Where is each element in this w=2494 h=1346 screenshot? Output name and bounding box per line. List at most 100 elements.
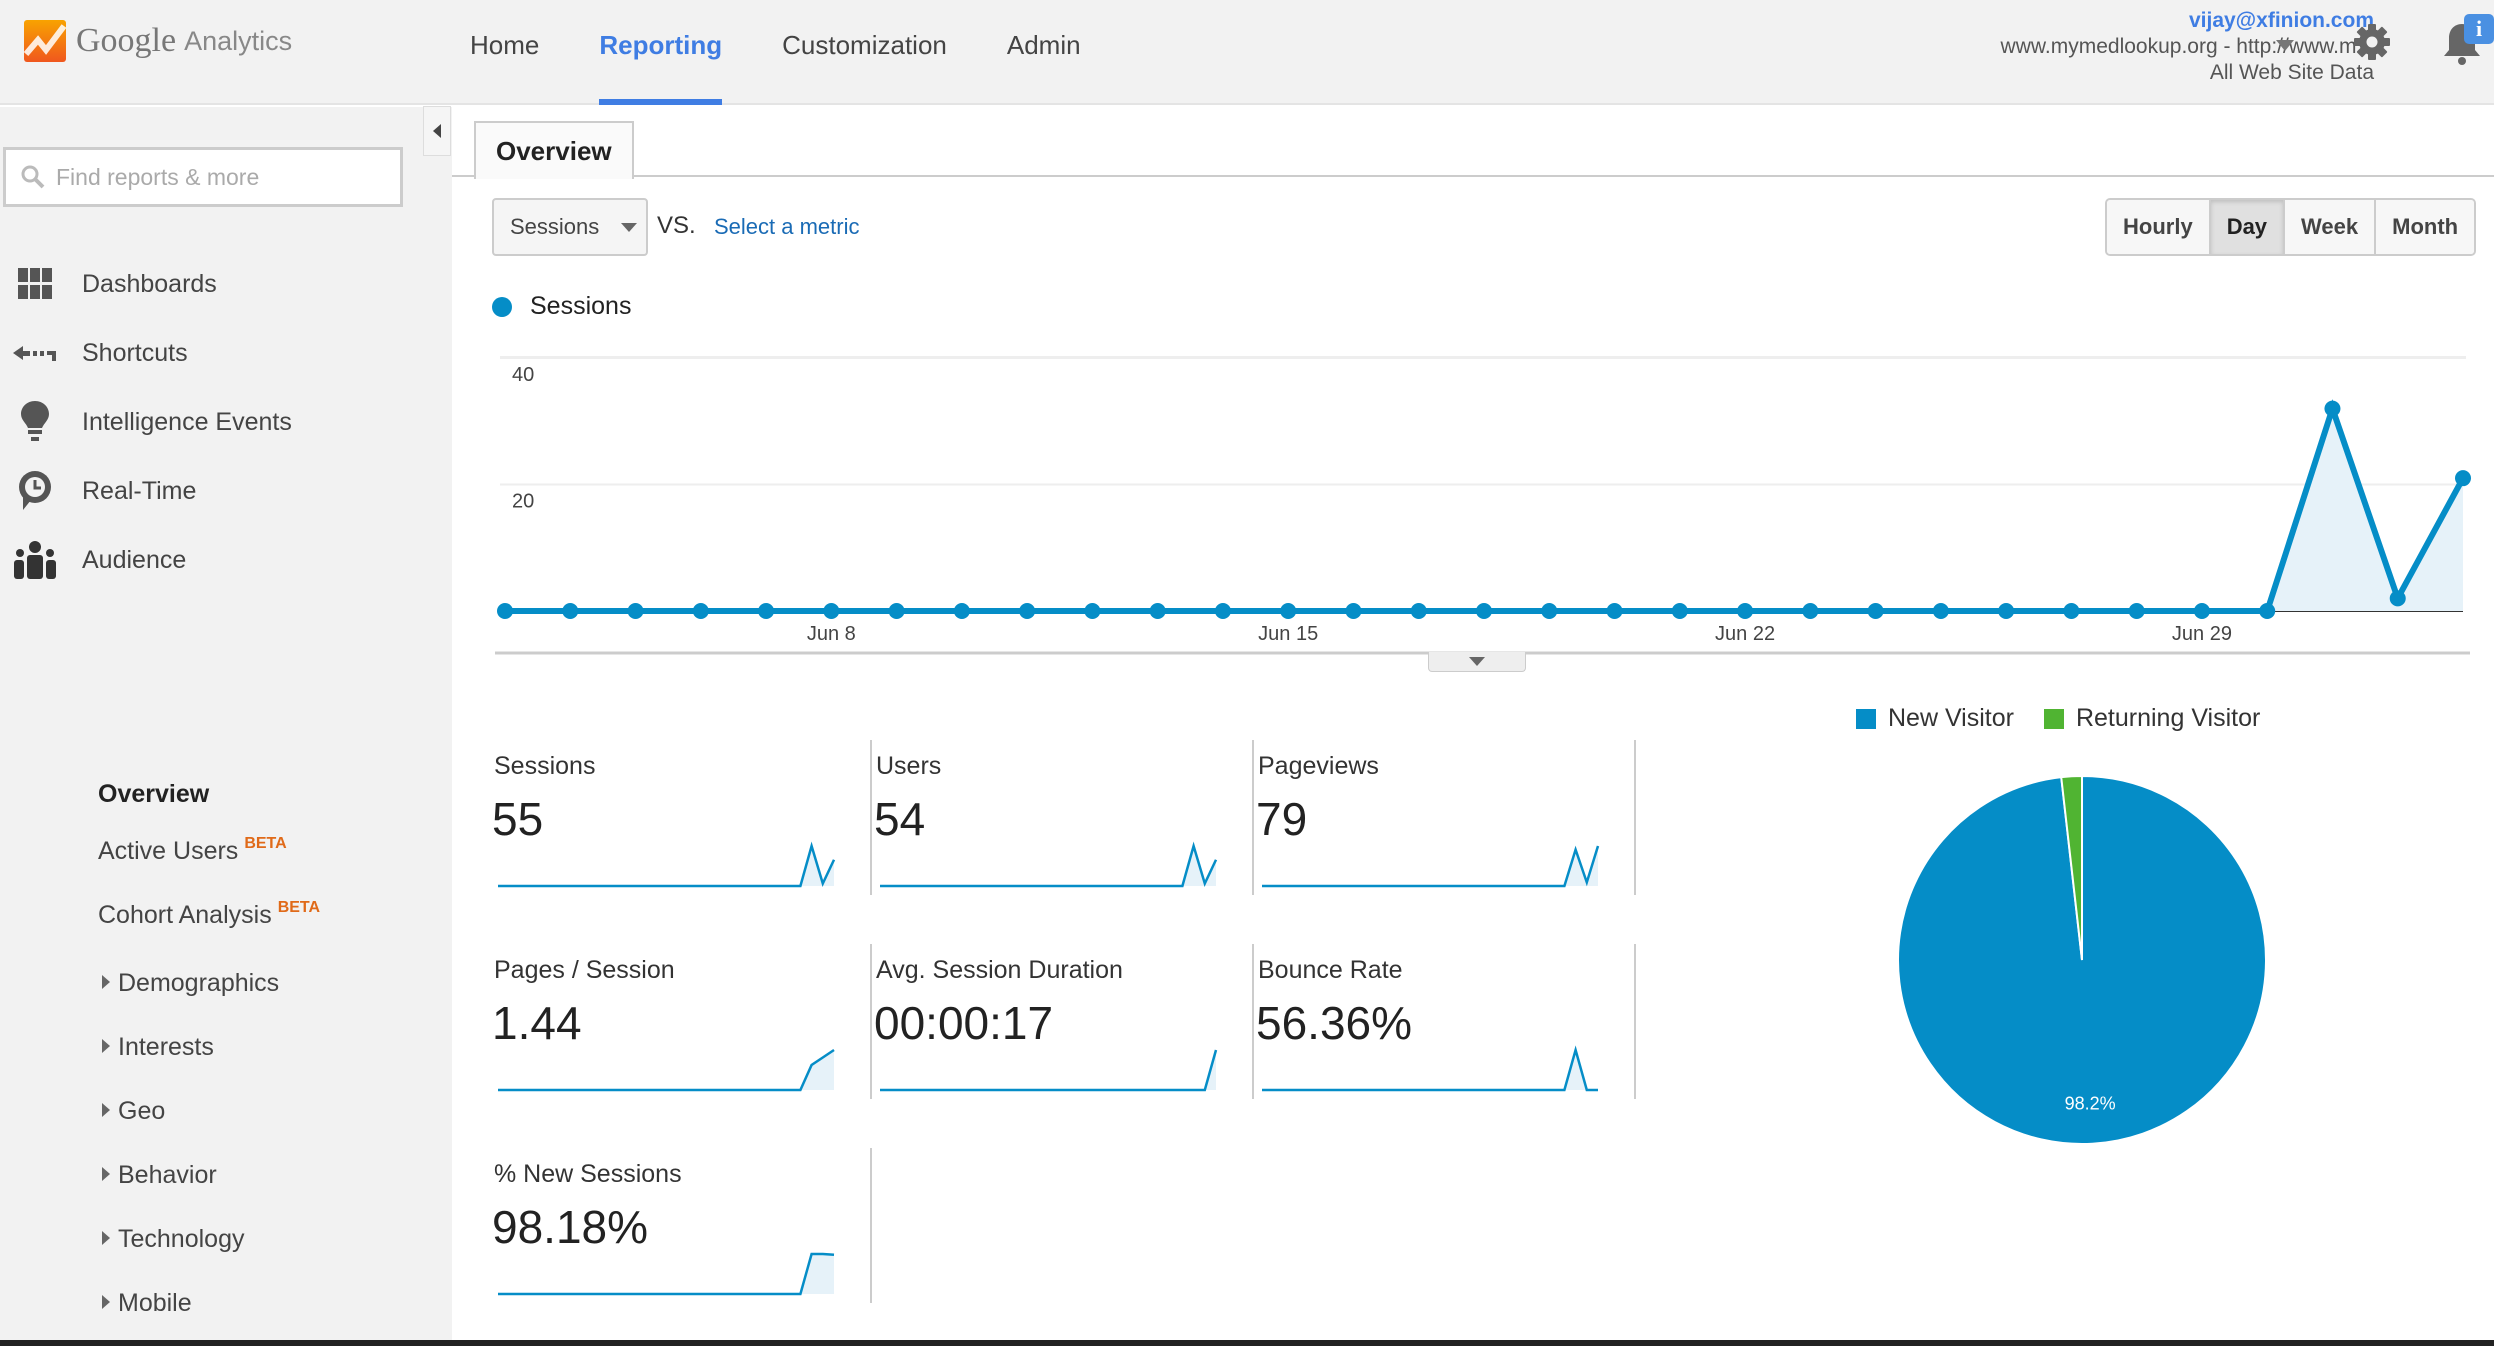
metric-tile[interactable]: Bounce Rate 56.36% (1256, 944, 1636, 1099)
data-point[interactable] (627, 603, 644, 619)
metric-tile[interactable]: Users 54 (874, 740, 1254, 895)
data-point[interactable] (1345, 603, 1362, 619)
data-point[interactable] (1802, 603, 1819, 619)
data-point[interactable] (953, 603, 970, 619)
data-point[interactable] (1998, 603, 2015, 619)
data-point[interactable] (1476, 603, 1492, 619)
data-point[interactable] (2193, 603, 2210, 619)
data-point[interactable] (1737, 603, 1754, 619)
audience-active-users-link[interactable]: Active Users BETA (98, 831, 287, 871)
select-metric-link[interactable]: Select a metric (714, 214, 860, 240)
data-point[interactable] (1606, 603, 1623, 619)
data-point[interactable] (497, 603, 513, 619)
nav-home[interactable]: Home (440, 0, 569, 105)
chevron-left-icon (433, 124, 441, 138)
data-point[interactable] (1410, 603, 1427, 619)
metric-tile[interactable]: % New Sessions 98.18% (492, 1148, 872, 1303)
audience-behavior-link[interactable]: Behavior (102, 1155, 217, 1195)
nav-customization[interactable]: Customization (752, 0, 977, 105)
metric-sparkline (498, 841, 836, 888)
granularity-month-button[interactable]: Month (2376, 200, 2475, 254)
dashboard-grid-icon (10, 268, 60, 300)
data-point[interactable] (2324, 400, 2341, 417)
data-point[interactable] (2389, 590, 2406, 607)
metric-value: 1.44 (492, 997, 582, 1049)
sessions-line-chart[interactable]: 20 40 Jun 8 Jun 15 Jun 22 Jun 29 (490, 335, 2494, 675)
data-point[interactable] (1867, 603, 1884, 619)
metric-value: 98.18% (492, 1201, 649, 1253)
metric-select[interactable]: Sessions (492, 198, 648, 256)
data-point[interactable] (1149, 603, 1166, 619)
data-point[interactable] (1932, 603, 1949, 619)
account-property: www.mymedlookup.org - http://www.m... (2000, 35, 2374, 58)
data-point[interactable] (1541, 603, 1558, 619)
data-point[interactable] (1084, 603, 1101, 619)
sub-item-label: Active Users (98, 837, 239, 865)
chevron-down-icon (1469, 657, 1485, 666)
audience-geo-link[interactable]: Geo (102, 1091, 165, 1131)
data-point[interactable] (823, 603, 840, 619)
audience-overview-link[interactable]: Overview (98, 774, 209, 814)
metric-divider (870, 1148, 872, 1303)
product-name: Analytics (184, 25, 293, 56)
data-point[interactable] (562, 603, 579, 619)
nav-admin[interactable]: Admin (977, 0, 1111, 105)
data-point[interactable] (2128, 603, 2145, 619)
audience-interests-link[interactable]: Interests (102, 1027, 214, 1067)
sidebar-item-dashboards[interactable]: Dashboards (0, 259, 440, 309)
metric-tile[interactable]: Avg. Session Duration 00:00:17 (874, 944, 1254, 1099)
sparkline-area (1262, 1050, 1598, 1090)
data-point[interactable] (692, 603, 709, 619)
y-tick-label: 20 (512, 491, 534, 513)
sub-item-label: Interests (118, 1033, 214, 1061)
audience-cohort-analysis-link[interactable]: Cohort Analysis BETA (98, 895, 320, 935)
audience-mobile-link[interactable]: Mobile (102, 1283, 192, 1323)
main-nav: Home Reporting Customization Admin (440, 0, 1111, 105)
nav-reporting[interactable]: Reporting (569, 0, 752, 105)
google-analytics-logo[interactable]: Google Analytics (24, 20, 292, 62)
report-search-input[interactable]: Find reports & more (3, 147, 403, 207)
account-dropdown-caret-icon[interactable] (2276, 40, 2294, 51)
metric-sparkline (1262, 1045, 1598, 1092)
pie-legend: New Visitor Returning Visitor (1856, 704, 2260, 733)
metric-tile[interactable]: Pages / Session 1.44 (492, 944, 872, 1099)
info-badge[interactable]: i (2464, 14, 2494, 44)
metric-tile[interactable]: Pageviews 79 (1256, 740, 1636, 895)
metric-tile[interactable]: Sessions 55 (492, 740, 872, 895)
sidebar-item-audience[interactable]: Audience (0, 535, 440, 585)
data-point[interactable] (2455, 470, 2471, 487)
metric-divider (870, 740, 872, 895)
analytics-logo-icon (24, 20, 66, 62)
account-selector[interactable]: vijay@xfinion.com www.mymedlookup.org - … (2001, 8, 2374, 86)
sub-item-label: Technology (118, 1225, 245, 1253)
collapse-sidebar-button[interactable] (423, 106, 451, 156)
visitor-type-pie-chart[interactable]: 98.2% (1890, 768, 2274, 1152)
data-point[interactable] (1214, 603, 1231, 619)
metric-sparkline (1262, 845, 1600, 888)
sidebar-item-intelligence-events[interactable]: Intelligence Events (0, 397, 440, 447)
data-point[interactable] (1019, 603, 1036, 619)
data-point[interactable] (758, 603, 775, 619)
sidebar-item-shortcuts[interactable]: Shortcuts (0, 328, 440, 378)
sidebar-item-real-time[interactable]: Real-Time (0, 466, 440, 516)
tab-overview[interactable]: Overview (474, 121, 634, 179)
search-placeholder: Find reports & more (56, 163, 260, 190)
data-point[interactable] (888, 603, 905, 619)
data-point[interactable] (2063, 603, 2080, 619)
data-point[interactable] (2259, 603, 2276, 619)
granularity-week-button[interactable]: Week (2285, 200, 2377, 254)
gear-icon[interactable] (2352, 22, 2392, 62)
audience-technology-link[interactable]: Technology (102, 1219, 244, 1259)
data-point[interactable] (1280, 603, 1297, 619)
sub-item-label: Behavior (118, 1161, 217, 1189)
chart-collapse-button[interactable] (1428, 652, 1526, 672)
granularity-hourly-button[interactable]: Hourly (2107, 200, 2211, 254)
metric-value: 56.36% (1256, 997, 1413, 1049)
metric-divider (870, 944, 872, 1099)
audience-demographics-link[interactable]: Demographics (102, 963, 279, 1003)
x-tick-label: Jun 22 (1715, 623, 1775, 645)
metric-name: Sessions (494, 752, 596, 780)
granularity-day-button[interactable]: Day (2210, 200, 2286, 254)
data-point[interactable] (1671, 603, 1688, 619)
expand-triangle-icon (102, 975, 110, 990)
